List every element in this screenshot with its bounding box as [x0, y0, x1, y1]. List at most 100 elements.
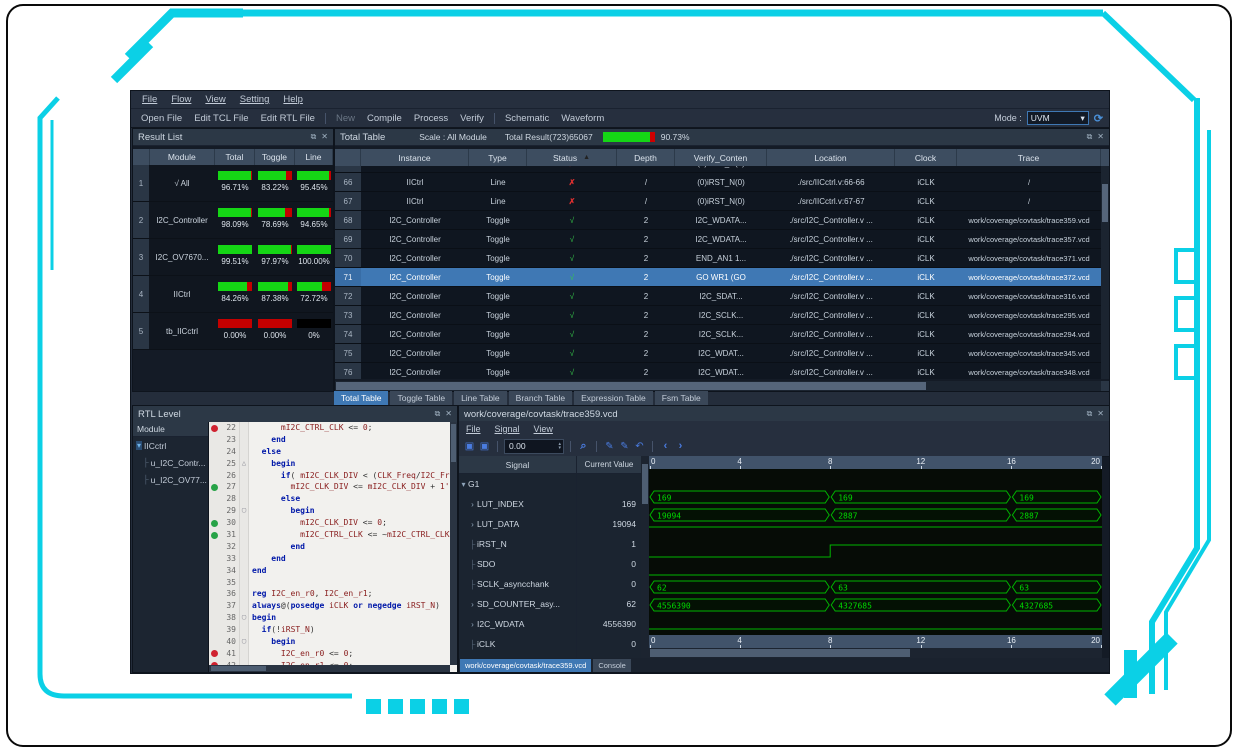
dock-icon[interactable]: ⧉ [1087, 409, 1093, 419]
signal-row[interactable]: ├SCLK_asyncchank [459, 574, 576, 594]
table-row[interactable]: 73I2C_ControllerToggle√2I2C_SCLK..../src… [335, 306, 1101, 325]
fold-gutter[interactable]: ▢ [240, 505, 249, 517]
sidebar-item-u_i2c_contr[interactable]: ├u_I2C_Contr... [133, 454, 208, 471]
time-spinbox[interactable]: 0.00 ▴ ▾ [504, 439, 564, 454]
breakpoint-gutter[interactable] [209, 505, 220, 517]
spin-down-icon[interactable]: ▾ [558, 446, 561, 450]
chevron-down-icon[interactable]: ▾ [136, 441, 142, 450]
breakpoint-gutter[interactable] [209, 481, 220, 493]
table-row[interactable]: 72I2C_ControllerToggle√2I2C_SDAT..../src… [335, 287, 1101, 306]
waveform-menu-view[interactable]: View [527, 424, 560, 434]
fold-gutter[interactable] [240, 588, 249, 600]
table-row[interactable]: 2I2C_Controller98.09%78.69%94.65% [133, 202, 333, 239]
tab-total-table[interactable]: Total Table [334, 391, 388, 405]
breakpoint-gutter[interactable] [209, 648, 220, 660]
fold-gutter[interactable] [240, 577, 249, 589]
fold-gutter[interactable]: △ [240, 458, 249, 470]
fold-gutter[interactable] [240, 553, 249, 565]
table-row[interactable]: 4IICtrl84.26%87.38%72.72% [133, 276, 333, 313]
tab-branch-table[interactable]: Branch Table [509, 391, 572, 405]
green-marker-icon[interactable] [211, 532, 218, 539]
chevron-right-icon[interactable]: › [468, 600, 477, 609]
waveform-horizontal-scrollbar[interactable] [649, 648, 1102, 658]
breakpoint-gutter[interactable] [209, 434, 220, 446]
vertical-scrollbar[interactable] [1101, 166, 1109, 379]
table-row[interactable]: 76I2C_ControllerToggle√2I2C_WDAT..../src… [335, 363, 1101, 379]
sidebar-item-iicctrl[interactable]: ▾IICctrl [133, 437, 208, 454]
signal-row[interactable]: ▾G1 [459, 474, 576, 494]
fold-gutter[interactable] [240, 600, 249, 612]
breakpoint-gutter[interactable] [209, 588, 220, 600]
signal-row[interactable]: ›SD_COUNTER_asy... [459, 594, 576, 614]
undo-icon[interactable]: ↶ [633, 441, 646, 452]
code-vertical-scrollbar[interactable] [450, 422, 457, 665]
menu-item-view[interactable]: View [198, 93, 232, 106]
dock-icon[interactable]: ⧉ [311, 132, 317, 142]
signal-row[interactable]: ›LUT_DATA [459, 514, 576, 534]
grid-icon[interactable]: ▣ [463, 441, 476, 452]
menu-item-help[interactable]: Help [276, 93, 310, 106]
waveform-menu-signal[interactable]: Signal [488, 424, 527, 434]
prev-icon[interactable]: ‹ [659, 440, 672, 452]
close-icon[interactable]: ✕ [445, 409, 452, 419]
breakpoint-gutter[interactable] [209, 553, 220, 565]
fold-gutter[interactable] [240, 493, 249, 505]
refresh-icon[interactable]: ⟳ [1094, 112, 1103, 125]
breakpoint-gutter[interactable] [209, 446, 220, 458]
signal-row[interactable]: ›I2C_WDATA [459, 614, 576, 634]
breakpoint-gutter[interactable] [209, 470, 220, 482]
table-row[interactable]: 1√ All96.71%83.22%95.45% [133, 165, 333, 202]
bottom-tab-trace-file[interactable]: work/coverage/covtask/trace359.vcd [460, 659, 591, 672]
dock-icon[interactable]: ⧉ [1087, 132, 1093, 142]
breakpoint-gutter[interactable] [209, 541, 220, 553]
breakpoint-gutter[interactable] [209, 612, 220, 624]
signal-row[interactable]: ├SDO [459, 554, 576, 574]
table-row[interactable]: 66IICtrlLine✗/(0)iRST_N(0)./src/IICctrl.… [335, 173, 1101, 192]
edit-icon[interactable]: ✎ [603, 441, 616, 452]
tab-fsm-table[interactable]: Fsm Table [655, 391, 708, 405]
breakpoint-gutter[interactable] [209, 600, 220, 612]
tool-schematic[interactable]: Schematic [499, 112, 555, 125]
fold-gutter[interactable] [240, 565, 249, 577]
tool-edit-tcl-file[interactable]: Edit TCL File [188, 112, 254, 125]
table-row[interactable]: 65IICtrlLine✗/(0)iRST_N(0)./src/IICctrl.… [335, 166, 1101, 173]
chevron-right-icon[interactable]: › [468, 520, 477, 529]
waveform-menu-file[interactable]: File [459, 424, 488, 434]
menu-item-flow[interactable]: Flow [164, 93, 198, 106]
red-marker-icon[interactable] [211, 650, 218, 657]
next-icon[interactable]: › [674, 440, 687, 452]
fold-gutter[interactable] [240, 624, 249, 636]
menu-item-setting[interactable]: Setting [233, 93, 277, 106]
fold-gutter[interactable]: ▢ [240, 636, 249, 648]
fold-gutter[interactable] [240, 541, 249, 553]
table-row[interactable]: 71I2C_ControllerToggle√2GO WR1 (GO./src/… [335, 268, 1101, 287]
breakpoint-gutter[interactable] [209, 529, 220, 541]
table-row[interactable]: 3I2C_OV7670...99.51%97.97%100.00% [133, 239, 333, 276]
edit2-icon[interactable]: ✎ [618, 441, 631, 452]
tab-line-table[interactable]: Line Table [454, 391, 507, 405]
close-icon[interactable]: ✕ [321, 132, 328, 142]
tool-process[interactable]: Process [408, 112, 454, 125]
tool-edit-rtl-file[interactable]: Edit RTL File [255, 112, 321, 125]
signal-scrollbar[interactable] [641, 456, 649, 658]
fold-gutter[interactable] [240, 422, 249, 434]
table-row[interactable]: 75I2C_ControllerToggle√2I2C_WDAT..../src… [335, 344, 1101, 363]
breakpoint-gutter[interactable] [209, 458, 220, 470]
breakpoint-gutter[interactable] [209, 493, 220, 505]
sort-asc-icon[interactable]: ▲ [583, 154, 590, 161]
tool-new[interactable]: New [330, 112, 361, 125]
fold-gutter[interactable] [240, 481, 249, 493]
breakpoint-gutter[interactable] [209, 636, 220, 648]
tab-expression-table[interactable]: Expression Table [574, 391, 653, 405]
close-icon[interactable]: ✕ [1097, 132, 1104, 142]
table-row[interactable]: 70I2C_ControllerToggle√2END_AN1 1..../sr… [335, 249, 1101, 268]
tool-open-file[interactable]: Open File [135, 112, 188, 125]
chevron-right-icon[interactable]: › [468, 620, 477, 629]
rtl-code-editor[interactable]: 22 mI2C_CTRL_CLK <= 0;23 end24 else25△ b… [209, 422, 457, 672]
search-icon[interactable]: ⌕ [577, 440, 590, 453]
code-horizontal-scrollbar[interactable] [209, 665, 450, 672]
waveform-display[interactable]: 048121620 169169169190942887288762636345… [649, 456, 1102, 658]
fold-gutter[interactable] [240, 517, 249, 529]
breakpoint-gutter[interactable] [209, 565, 220, 577]
green-marker-icon[interactable] [211, 484, 218, 491]
